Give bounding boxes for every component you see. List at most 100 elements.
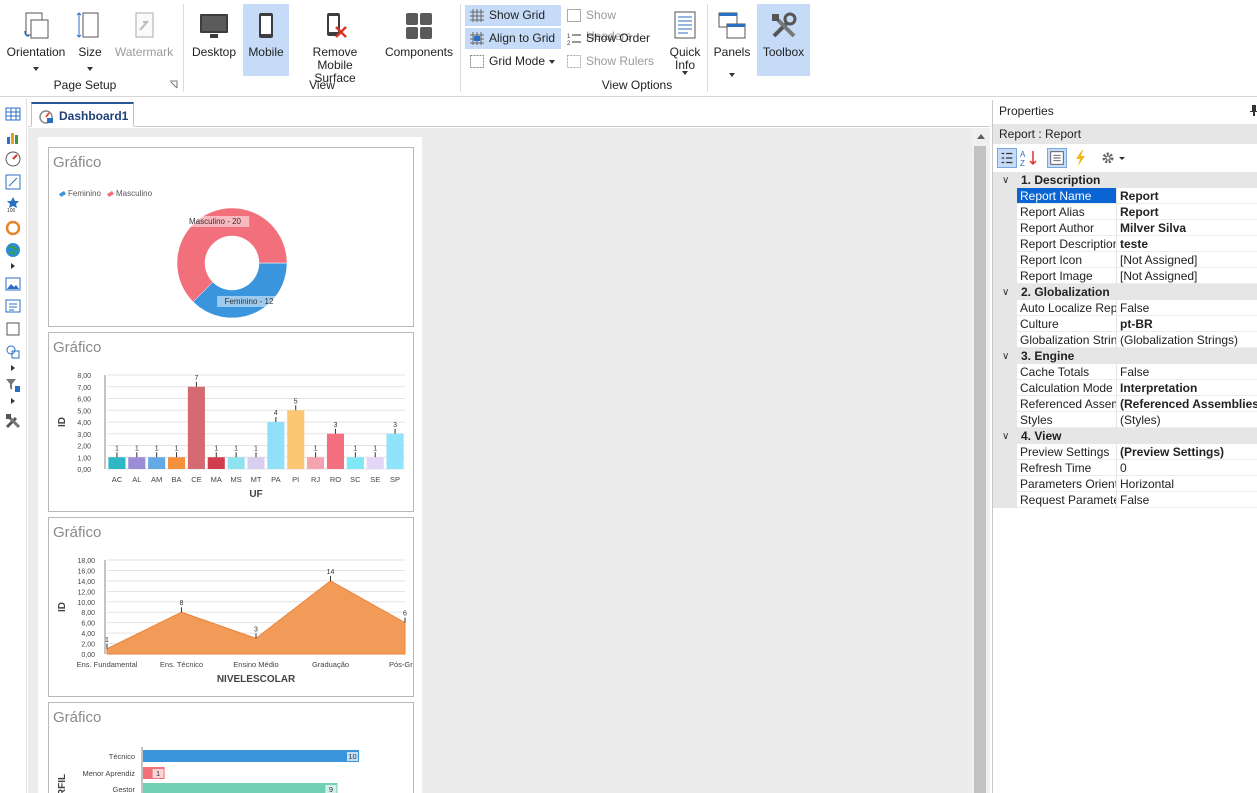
settings-gear-icon[interactable] [1099,148,1127,168]
chevron-right-icon[interactable] [11,365,15,371]
chart-panel-bar[interactable]: Gráfico 0,00 1,00 2,00 3,00 4,00 5,00 6,00 7,00… [48,332,414,512]
dialog-launcher-icon[interactable] [169,80,178,89]
watermark-button[interactable]: Watermark [113,4,175,74]
property-row[interactable]: Styles (Styles) [993,412,1257,428]
row-gutter [993,476,1017,492]
property-row[interactable]: Auto Localize ReporFalse [993,300,1257,316]
orientation-button[interactable]: Orientation [4,4,68,74]
text-icon[interactable] [5,298,21,314]
property-row[interactable]: Calculation Mode Interpretation [993,380,1257,396]
events-icon[interactable] [1071,148,1091,168]
collapse-icon[interactable]: ∨ [1002,287,1009,298]
scroll-up-icon[interactable] [977,134,985,139]
data-label: 1 [353,445,357,452]
property-category[interactable]: ∨ 3. Engine [993,348,1257,364]
y-tick-label: Técnico [109,752,135,761]
collapse-icon[interactable]: ∨ [1002,175,1009,186]
desktop-button[interactable]: Desktop [189,4,239,74]
property-value[interactable]: teste [1117,236,1257,252]
region-map-icon[interactable] [5,242,21,258]
chart-panel-hbar[interactable]: Gráfico RFIL Técnico 10 Menor Aprendiz 1 Gest… [48,702,414,793]
toolbox-button[interactable]: Toolbox [757,4,810,76]
property-value[interactable]: [Not Assigned] [1117,252,1257,268]
property-value[interactable]: [Not Assigned] [1117,268,1257,284]
row-gutter [993,252,1017,268]
property-value[interactable]: (Globalization Strings) [1117,332,1257,348]
image-icon[interactable] [5,276,21,292]
chart-panel-area[interactable]: Gráfico 0,00 2,00 4,00 6,00 8,00 10,00 12,00 14… [48,517,414,697]
show-grid-button[interactable]: Show Grid [465,5,561,26]
property-row[interactable]: Refresh Time 0 [993,460,1257,476]
property-row[interactable]: Report Author Milver Silva [993,220,1257,236]
chevron-right-icon[interactable] [11,263,15,269]
property-row[interactable]: Report Description teste [993,236,1257,252]
property-category[interactable]: ∨ 2. Globalization [993,284,1257,300]
show-order-button[interactable]: 12 Show Order [562,28,662,49]
selected-object-box[interactable]: Report : Report [993,124,1257,144]
design-canvas[interactable]: Gráfico Feminino Masculino Feminino - 12 Ma… [28,128,972,793]
property-row[interactable]: Report Icon [Not Assigned] [993,252,1257,268]
shape-icon[interactable] [5,344,21,360]
properties-icon[interactable] [1047,148,1067,168]
property-category[interactable]: ∨ 1. Description [993,172,1257,188]
progress-icon[interactable] [5,220,21,236]
property-category[interactable]: ∨ 4. View [993,428,1257,444]
grid-mode-button[interactable]: Grid Mode [465,51,561,72]
panels-button[interactable]: Panels [710,4,754,77]
table-icon[interactable] [5,106,21,122]
collapse-icon[interactable]: ∨ [1002,351,1009,362]
property-row[interactable]: Request ParametersFalse [993,492,1257,508]
categorized-icon[interactable] [997,148,1017,168]
property-row[interactable]: Globalization Strings(Globalization Stri… [993,332,1257,348]
property-value[interactable]: Horizontal [1117,476,1257,492]
row-gutter [993,412,1017,428]
mobile-button[interactable]: Mobile [243,4,289,76]
tools-icon[interactable] [5,413,21,429]
chart-panel-donut[interactable]: Gráfico Feminino Masculino Feminino - 12 Ma… [48,147,414,327]
align-to-grid-button[interactable]: Align to Grid [465,28,561,49]
scroll-thumb[interactable] [974,146,986,793]
gauge-icon[interactable] [5,151,21,167]
indicator-icon[interactable]: 100 [5,196,21,212]
x-tick-label: Ensino Médio [233,660,278,669]
property-row[interactable]: Parameters OrientatiHorizontal [993,476,1257,492]
collapse-icon[interactable]: ∨ [1002,431,1009,442]
pivot-table-icon[interactable] [5,174,21,190]
vertical-scrollbar[interactable] [972,128,990,793]
remove-mobile-surface-button[interactable]: Remove Mobile Surface [294,4,376,85]
property-value[interactable]: False [1117,492,1257,508]
property-row[interactable]: Culture pt-BR [993,316,1257,332]
property-value[interactable]: Milver Silva [1117,220,1257,236]
property-value[interactable]: Report [1117,204,1257,220]
property-value[interactable]: (Referenced Assemblies [1117,396,1257,412]
property-row[interactable]: Preview Settings (Preview Settings) [993,444,1257,460]
filter-icon[interactable] [5,377,21,393]
property-value[interactable]: False [1117,300,1257,316]
property-value[interactable]: Interpretation [1117,380,1257,396]
property-value[interactable]: (Preview Settings) [1117,444,1257,460]
sort-alphabetical-icon[interactable]: AZ [1019,148,1039,168]
chevron-right-icon[interactable] [11,398,15,404]
quick-info-button[interactable]: Quick Info [666,4,704,76]
panel-icon[interactable] [5,321,21,337]
size-button[interactable]: Size [72,4,108,74]
property-value[interactable]: 0 [1117,460,1257,476]
property-value[interactable]: Report [1117,188,1257,204]
size-label: Size [78,45,102,59]
pin-icon[interactable] [1250,105,1257,116]
property-row[interactable]: Cache Totals False [993,364,1257,380]
tab-dashboard1[interactable]: Dashboard1 [31,102,134,127]
property-value[interactable]: False [1117,364,1257,380]
property-row[interactable]: Report Name Report [993,188,1257,204]
property-row[interactable]: Report Image [Not Assigned] [993,268,1257,284]
components-button[interactable]: Components [384,4,454,74]
y-tick-label: 1,00 [77,455,91,462]
property-row[interactable]: Referenced Assemb(Referenced Assemblies [993,396,1257,412]
property-value[interactable]: pt-BR [1117,316,1257,332]
bar [287,410,305,469]
show-headers-button[interactable]: Show Headers [562,5,662,43]
property-value[interactable]: (Styles) [1117,412,1257,428]
chart-icon[interactable] [5,129,21,145]
show-rulers-button[interactable]: Show Rulers [562,51,662,72]
property-row[interactable]: Report Alias Report [993,204,1257,220]
